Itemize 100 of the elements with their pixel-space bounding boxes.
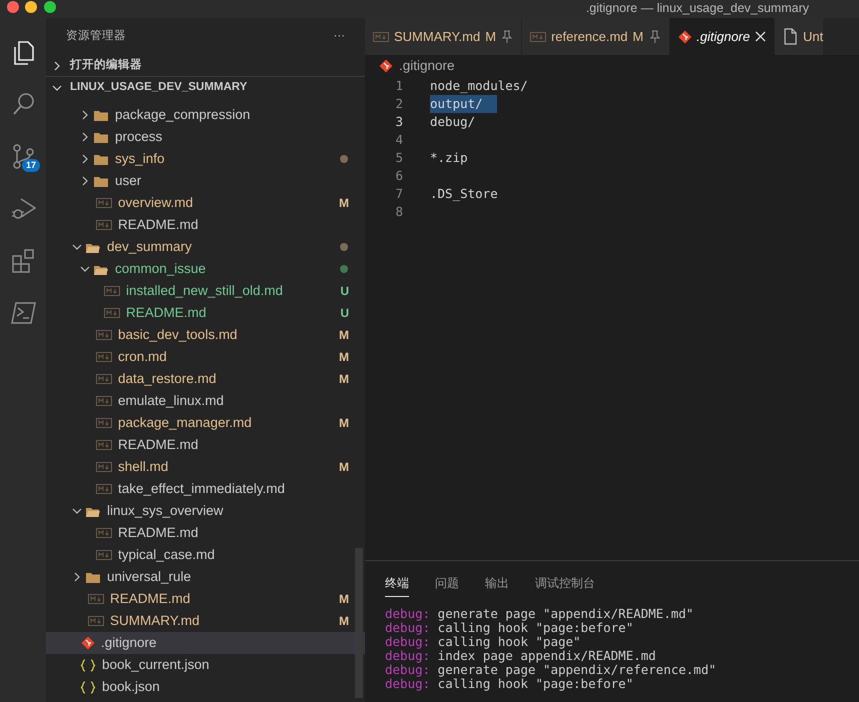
markdown-file-icon	[373, 30, 389, 42]
git-status-letter: M	[339, 349, 349, 366]
markdown-file-icon	[88, 593, 104, 605]
markdown-file-icon	[96, 395, 112, 407]
breadcrumb-item[interactable]: .gitignore	[399, 56, 455, 76]
file-name: process	[115, 128, 164, 146]
file-name: data_restore.md	[118, 370, 218, 388]
activity-bar-item[interactable]: 17	[0, 130, 46, 182]
badge-count: 17	[22, 159, 40, 172]
tree-item[interactable]: installed_new_still_old.md U	[46, 280, 365, 302]
tree-item[interactable]: cron.md M	[46, 346, 365, 368]
chevron-right-icon	[80, 132, 90, 142]
markdown-file-icon	[96, 527, 112, 539]
tree-item[interactable]: basic_dev_tools.md M	[46, 324, 365, 346]
section-header[interactable]: 打开的编辑器	[46, 55, 365, 77]
tree-item[interactable]: process	[46, 126, 365, 148]
file-name: package_compression	[115, 106, 252, 124]
file-name: take_effect_immediately.md	[118, 480, 286, 498]
tree-item[interactable]: overview.md M	[46, 192, 365, 214]
file-name: README.md	[118, 216, 200, 234]
tree-item[interactable]: book_current.json	[46, 654, 365, 676]
tree-item[interactable]: .gitignore	[46, 632, 365, 654]
tree-item[interactable]: user	[46, 170, 365, 192]
terminal-line: debug: index page appendix/README.md	[385, 649, 657, 663]
tree-item[interactable]: emulate_linux.md	[46, 390, 365, 412]
editor-tab[interactable]: SUMMARY.md M	[365, 18, 522, 55]
file-name: linux_sys_overview	[107, 502, 224, 520]
tree-item[interactable]: dev_summary	[46, 236, 365, 258]
tree-item[interactable]: SUMMARY.md M	[46, 610, 365, 632]
more-actions-button[interactable]: ···	[334, 28, 345, 46]
code-line: *.zip	[430, 149, 468, 167]
code-line: .DS_Store	[430, 185, 498, 203]
tree-item[interactable]: data_restore.md M	[46, 368, 365, 390]
tree-item[interactable]: README.md	[46, 434, 365, 456]
tree-item[interactable]: take_effect_immediately.md	[46, 478, 365, 500]
terminal-line: debug: generate page "appendix/reference.md"	[385, 663, 718, 677]
panel-tab[interactable]: 输出	[485, 568, 509, 596]
tree-item[interactable]: common_issue	[46, 258, 365, 280]
tree-item[interactable]: sys_info	[46, 148, 365, 170]
braces-icon	[80, 680, 96, 694]
tree-item[interactable]: book.json	[46, 676, 365, 698]
tree-item[interactable]: README.md U	[46, 302, 365, 324]
line-number: 2	[394, 95, 403, 113]
tree-item[interactable]: shell.md M	[46, 456, 365, 478]
file-name: SUMMARY.md	[110, 612, 201, 630]
file-name: README.md	[118, 524, 200, 542]
tab-label: .gitignore	[696, 28, 750, 46]
panel-tab[interactable]: 终端	[385, 568, 409, 596]
tree-item[interactable]: package_manager.md M	[46, 412, 365, 434]
file-name: shell.md	[118, 458, 170, 476]
tree-item[interactable]: linux_sys_overview	[46, 500, 365, 522]
file-name: emulate_linux.md	[118, 392, 225, 410]
file-icon	[782, 28, 798, 45]
tree-item[interactable]: universal_rule	[46, 566, 365, 588]
file-name: cron.md	[118, 348, 168, 366]
editor-tab[interactable]: reference.md M	[522, 18, 670, 55]
chevron-down-icon	[80, 264, 90, 274]
maximize-window-button[interactable]	[44, 1, 56, 13]
file-name: common_issue	[115, 260, 207, 278]
file-name: README.md	[126, 304, 208, 322]
git-status-letter: M	[339, 613, 349, 630]
git-status-letter: U	[340, 283, 349, 300]
markdown-file-icon	[96, 219, 112, 231]
panel-tab[interactable]: 问题	[435, 568, 459, 596]
code-line: debug/	[430, 113, 476, 131]
folder-icon	[93, 130, 109, 144]
line-number: 4	[394, 131, 403, 149]
tree-item[interactable]: README.md	[46, 522, 365, 544]
markdown-file-icon	[530, 30, 546, 42]
markdown-file-icon	[96, 417, 112, 429]
minimize-window-button[interactable]	[25, 1, 37, 13]
tree-item[interactable]: README.md	[46, 214, 365, 236]
git-diamond-icon	[379, 59, 393, 73]
markdown-file-icon	[88, 615, 104, 627]
file-name: user	[115, 172, 142, 190]
git-status-letter: M	[339, 459, 349, 476]
explorer-title: 资源管理器	[66, 28, 126, 44]
file-name: sys_info	[115, 150, 166, 168]
terminal-line: debug: generate page "appendix/README.md"	[385, 607, 695, 621]
line-number: 6	[394, 167, 403, 185]
close-window-button[interactable]	[6, 1, 18, 13]
tree-item[interactable]: package_compression	[46, 104, 365, 126]
editor-tab[interactable]: Unt	[774, 18, 824, 55]
git-status-letter: U	[340, 305, 349, 322]
terminal-line: debug: calling hook "page:before"	[385, 677, 634, 691]
markdown-file-icon	[96, 439, 112, 451]
editor-tab[interactable]: .gitignore	[670, 18, 775, 55]
folder-icon	[85, 570, 101, 584]
markdown-file-icon	[104, 285, 120, 297]
panel-tab[interactable]: 调试控制台	[535, 568, 595, 596]
tree-item[interactable]: README.md M	[46, 588, 365, 610]
git-diamond-icon	[678, 30, 692, 44]
file-name: installed_new_still_old.md	[126, 282, 284, 300]
git-status-letter: M	[339, 327, 349, 344]
git-status-letter: M	[339, 415, 349, 432]
line-number: 7	[394, 185, 403, 203]
section-header[interactable]: LINUX_USAGE_DEV_SUMMARY	[46, 77, 365, 99]
tree-item[interactable]: typical_case.md	[46, 544, 365, 566]
file-name: overview.md	[118, 194, 194, 212]
line-number: 5	[394, 149, 403, 167]
